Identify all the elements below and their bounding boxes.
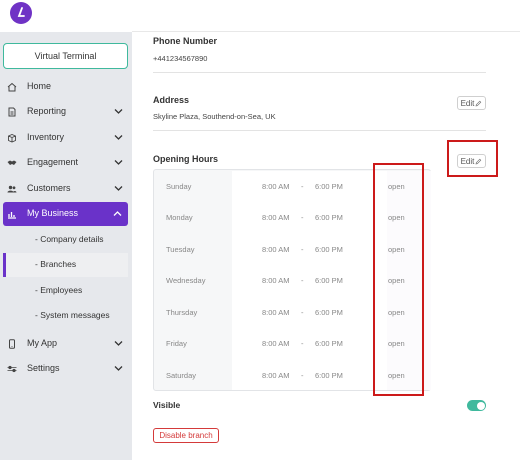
open-time: 8:00 AM xyxy=(262,245,290,254)
sidebar-item-label: Reporting xyxy=(27,106,67,116)
sidebar-item-label: My Business xyxy=(27,208,79,218)
visible-toggle[interactable] xyxy=(467,400,486,411)
sidebar-subitem-system-messages[interactable]: - System messages xyxy=(0,304,132,328)
home-icon xyxy=(7,82,17,92)
sidebar-item-settings[interactable]: Settings xyxy=(0,357,132,381)
open-time: 8:00 AM xyxy=(262,308,290,317)
chevron-down-icon xyxy=(114,186,123,191)
day-label: Thursday xyxy=(166,308,198,317)
sidebar-item-home[interactable]: Home xyxy=(0,75,132,99)
virtual-terminal-button[interactable]: Virtual Terminal xyxy=(3,43,128,69)
day-label: Tuesday xyxy=(166,245,195,254)
chevron-down-icon xyxy=(114,135,123,140)
chevron-up-icon xyxy=(113,211,122,216)
address-title: Address xyxy=(153,95,190,105)
sidebar-item-my-app[interactable]: My App xyxy=(0,332,132,356)
sidebar-item-inventory[interactable]: Inventory xyxy=(0,126,132,150)
sidebar-subitem-employees[interactable]: - Employees xyxy=(0,279,132,303)
branch-details-panel: Phone Number +441234567890 Address Skyli… xyxy=(132,0,520,460)
close-time: 6:00 PM xyxy=(315,371,343,380)
phone-icon xyxy=(9,339,15,349)
sidebar-item-label: Inventory xyxy=(27,132,65,142)
close-time: 6:00 PM xyxy=(315,276,343,285)
box-icon xyxy=(8,134,16,143)
close-time: 6:00 PM xyxy=(315,213,343,222)
time-separator: - xyxy=(301,182,304,191)
sliders-icon xyxy=(7,365,17,373)
open-time: 8:00 AM xyxy=(262,213,290,222)
sidebar-subitem-company-details[interactable]: - Company details xyxy=(0,228,132,252)
selected-marker xyxy=(3,253,6,277)
phone-number-value: +441234567890 xyxy=(153,54,208,63)
header-divider xyxy=(132,31,520,32)
chevron-down-icon xyxy=(114,109,123,114)
sidebar-item-label: Settings xyxy=(27,363,60,373)
address-value: Skyline Plaza, Southend-on-Sea, UK xyxy=(153,112,276,121)
sidebar-item-customers[interactable]: Customers xyxy=(0,177,132,201)
brand-logo-icon[interactable] xyxy=(10,2,32,24)
close-time: 6:00 PM xyxy=(315,308,343,317)
sidebar-item-label: My App xyxy=(27,338,58,348)
day-label: Wednesday xyxy=(166,276,206,285)
sidebar-item-label: Customers xyxy=(27,183,71,193)
chevron-down-icon xyxy=(114,160,123,165)
opening-hours-title: Opening Hours xyxy=(153,154,218,164)
day-label: Sunday xyxy=(166,182,192,191)
edit-address-button[interactable]: Edit xyxy=(457,96,486,110)
close-time: 6:00 PM xyxy=(315,245,343,254)
section-divider xyxy=(153,130,486,131)
open-time: 8:00 AM xyxy=(262,371,290,380)
sidebar-subitem-branches[interactable]: - Branches xyxy=(3,253,128,277)
sidebar-subitem-label: - System messages xyxy=(35,310,110,320)
sidebar-subitem-label: - Branches xyxy=(35,259,77,269)
users-icon xyxy=(7,185,17,193)
section-divider xyxy=(153,72,486,73)
open-time: 8:00 AM xyxy=(262,276,290,285)
chevron-down-icon xyxy=(114,366,123,371)
time-separator: - xyxy=(301,276,304,285)
sidebar: Virtual Terminal Home Reporting Inventor… xyxy=(0,0,132,460)
close-time: 6:00 PM xyxy=(315,182,343,191)
report-icon xyxy=(8,107,16,117)
highlight-box-edit xyxy=(447,140,498,177)
day-label: Friday xyxy=(166,339,187,348)
sidebar-item-label: Engagement xyxy=(27,157,79,167)
handshake-icon xyxy=(7,160,17,165)
day-label: Saturday xyxy=(166,371,197,380)
pencil-icon xyxy=(475,100,482,106)
time-separator: - xyxy=(301,308,304,317)
sidebar-item-my-business[interactable]: My Business xyxy=(3,202,128,226)
sidebar-subitem-label: - Employees xyxy=(35,285,83,295)
time-separator: - xyxy=(301,245,304,254)
sidebar-subitem-label: - Company details xyxy=(35,234,104,244)
disable-branch-button[interactable]: Disable branch xyxy=(153,428,219,443)
day-label: Monday xyxy=(166,213,193,222)
time-separator: - xyxy=(301,371,304,380)
chart-icon xyxy=(8,212,16,219)
chevron-down-icon xyxy=(114,341,123,346)
highlight-box-status xyxy=(373,163,424,396)
sidebar-item-reporting[interactable]: Reporting xyxy=(0,100,132,124)
open-time: 8:00 AM xyxy=(262,339,290,348)
toggle-knob xyxy=(476,401,485,410)
edit-label: Edit xyxy=(460,98,475,108)
time-separator: - xyxy=(301,213,304,222)
sidebar-item-engagement[interactable]: Engagement xyxy=(0,151,132,175)
close-time: 6:00 PM xyxy=(315,339,343,348)
open-time: 8:00 AM xyxy=(262,182,290,191)
time-separator: - xyxy=(301,339,304,348)
phone-number-title: Phone Number xyxy=(153,36,218,46)
visible-label: Visible xyxy=(153,400,181,410)
sidebar-item-label: Home xyxy=(27,81,52,91)
